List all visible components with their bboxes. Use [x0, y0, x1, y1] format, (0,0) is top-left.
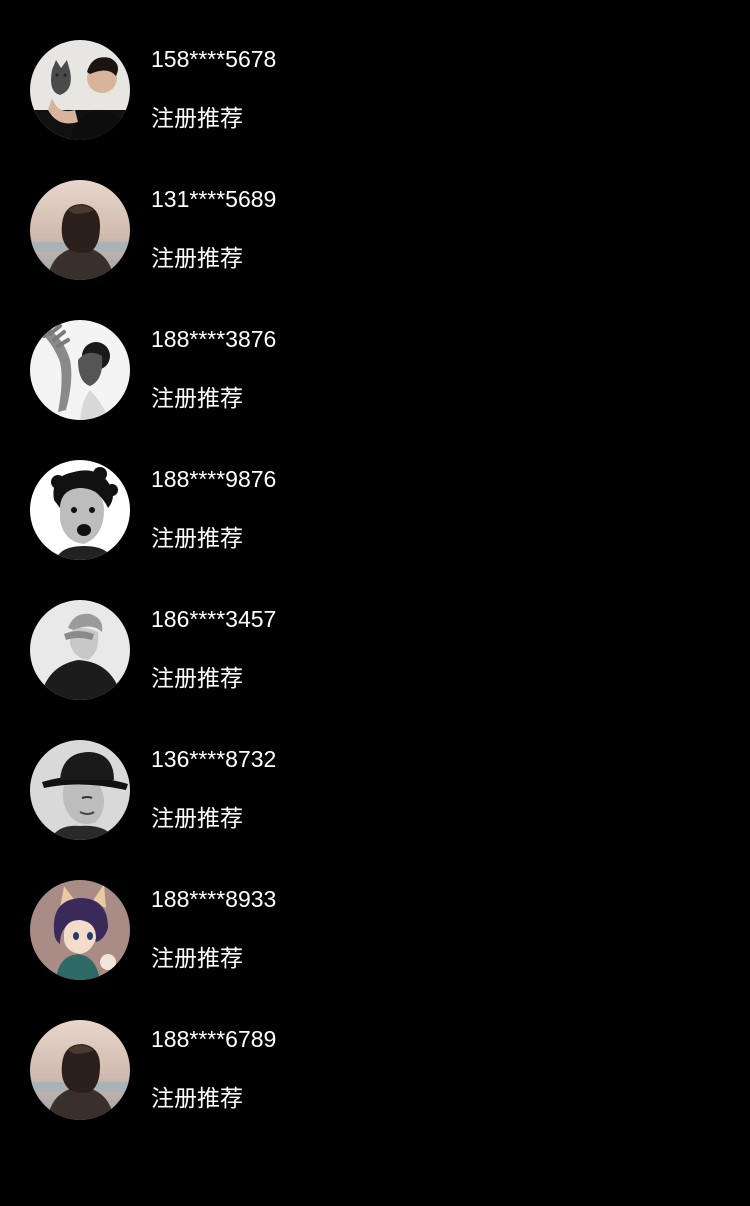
man-covering-eyes-avatar-icon	[30, 600, 130, 700]
list-item[interactable]: 188****6789 注册推荐	[0, 1020, 750, 1160]
list-item[interactable]: 188****9876 注册推荐	[0, 460, 750, 600]
avatar	[30, 460, 130, 560]
avatar	[30, 880, 130, 980]
list-item[interactable]: 188****8933 注册推荐	[0, 880, 750, 1020]
referral-type-label: 注册推荐	[151, 386, 243, 412]
referral-type-label: 注册推荐	[151, 666, 243, 692]
phone-number: 188****8933	[151, 886, 277, 912]
list-item[interactable]: 136****8732 注册推荐	[0, 740, 750, 880]
list-item[interactable]: 186****3457 注册推荐	[0, 600, 750, 740]
avatar	[30, 600, 130, 700]
back-view-person-avatar-icon	[30, 1020, 130, 1120]
referral-type-label: 注册推荐	[151, 1086, 243, 1112]
avatar	[30, 320, 130, 420]
back-view-person-avatar-icon	[30, 180, 130, 280]
avatar	[30, 740, 130, 840]
avatar	[30, 180, 130, 280]
anime-catboy-avatar-icon	[30, 880, 130, 980]
man-in-hat-avatar-icon	[30, 740, 130, 840]
phone-number: 186****3457	[151, 606, 277, 632]
referral-type-label: 注册推荐	[151, 246, 243, 272]
list-item[interactable]: 131****5689 注册推荐	[0, 180, 750, 320]
phone-number: 131****5689	[151, 186, 277, 212]
avatar	[30, 1020, 130, 1120]
referral-type-label: 注册推荐	[151, 526, 243, 552]
curly-hair-man-avatar-icon	[30, 460, 130, 560]
list-item[interactable]: 188****3876 注册推荐	[0, 320, 750, 460]
referral-type-label: 注册推荐	[151, 806, 243, 832]
referral-type-label: 注册推荐	[151, 946, 243, 972]
phone-number: 188****3876	[151, 326, 277, 352]
man-with-kitten-avatar-icon	[30, 40, 130, 140]
phone-number: 188****6789	[151, 1026, 277, 1052]
referral-type-label: 注册推荐	[151, 106, 243, 132]
avatar	[30, 40, 130, 140]
phone-number: 158****5678	[151, 46, 277, 72]
referral-list: 158****5678 注册推荐 131****5689 注册推荐 188***…	[0, 40, 750, 1160]
hand-over-face-avatar-icon	[30, 320, 130, 420]
phone-number: 188****9876	[151, 466, 277, 492]
list-item[interactable]: 158****5678 注册推荐	[0, 40, 750, 180]
phone-number: 136****8732	[151, 746, 277, 772]
